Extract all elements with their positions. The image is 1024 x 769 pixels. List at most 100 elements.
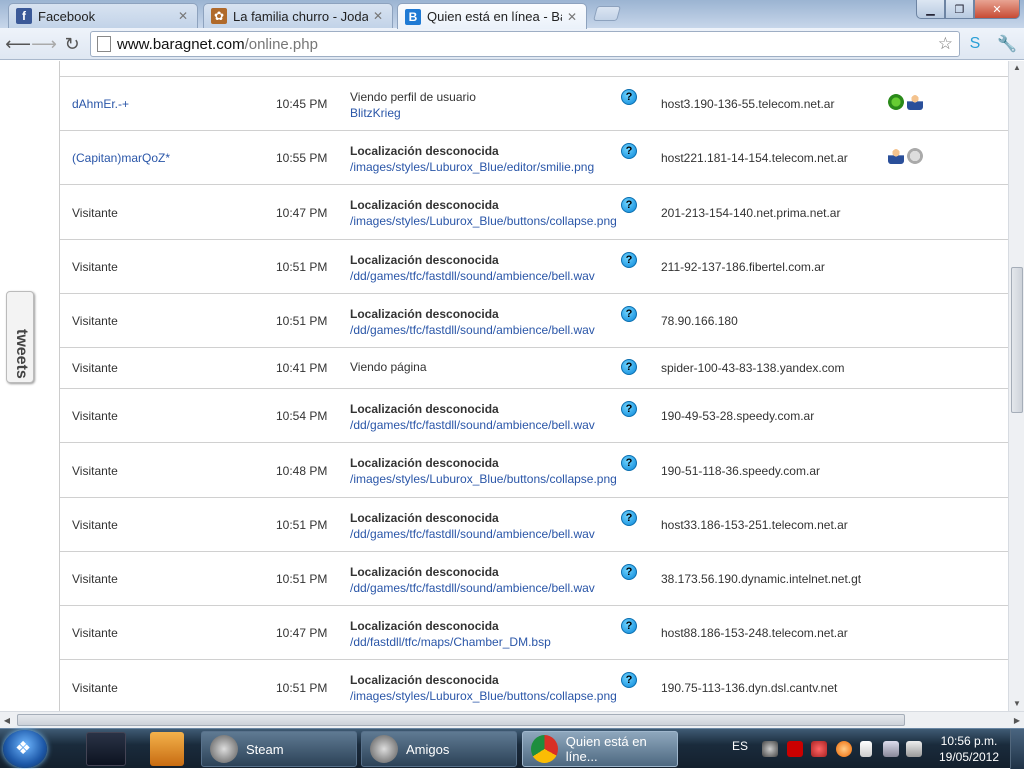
vertical-scroll-thumb[interactable] <box>1011 267 1023 413</box>
avast-icon[interactable] <box>836 741 852 757</box>
location-link[interactable]: /dd/games/tfc/fastdll/sound/ambience/bel… <box>350 581 595 595</box>
location-link[interactable]: /images/styles/Luburox_Blue/buttons/coll… <box>350 472 617 486</box>
vertical-scrollbar[interactable]: ▲ ▼ <box>1008 61 1024 711</box>
close-icon[interactable]: ✕ <box>566 10 578 24</box>
tab-title: Facebook <box>38 8 96 24</box>
tab-facebook[interactable]: f Facebook ✕ <box>8 3 198 28</box>
time: 10:55 PM <box>276 151 328 165</box>
bookmark-star-icon[interactable]: ☆ <box>938 34 953 54</box>
location-link[interactable]: /dd/games/tfc/fastdll/sound/ambience/bel… <box>350 323 595 337</box>
tab-quien-esta-en-linea[interactable]: B Quien está en línea - Baragn ✕ <box>397 3 587 29</box>
skype-icon[interactable]: S <box>964 33 986 55</box>
adobe-icon[interactable] <box>787 741 803 757</box>
location-title: Localización desconocida <box>350 198 499 212</box>
horizontal-scrollbar[interactable]: ◀ ▶ <box>0 711 1024 728</box>
pinned-game-icon[interactable] <box>86 732 126 766</box>
wrench-icon[interactable]: 🔧 <box>996 33 1018 55</box>
back-button[interactable]: ⟵ <box>5 32 31 56</box>
baragnet-icon: B <box>405 8 421 25</box>
url-host: www.baragnet.com <box>117 35 245 53</box>
taskbar-item-steam[interactable]: Steam <box>201 731 357 767</box>
location-title: Localización desconocida <box>350 402 499 416</box>
taskbar-item-amigos[interactable]: Amigos <box>361 731 517 767</box>
taskbar-item-chrome[interactable]: Quien está en líne... <box>522 731 678 767</box>
show-desktop-button[interactable] <box>1010 729 1024 769</box>
host: 201-213-154-140.net.prima.net.ar <box>661 206 841 220</box>
scroll-left-icon[interactable]: ◀ <box>0 712 14 729</box>
location-link[interactable]: /dd/games/tfc/fastdll/sound/ambience/bel… <box>350 418 595 432</box>
scroll-up-icon[interactable]: ▲ <box>1009 61 1024 75</box>
location-link[interactable]: /images/styles/Luburox_Blue/editor/smili… <box>350 160 594 174</box>
tray-app-icon[interactable] <box>811 741 827 757</box>
time: 10:51 PM <box>276 314 328 328</box>
host: 190-51-118-36.speedy.com.ar <box>661 464 820 478</box>
language-indicator[interactable]: ES <box>732 739 748 753</box>
user-link[interactable]: (Capitan)marQoZ* <box>72 151 170 165</box>
help-icon[interactable]: ? <box>621 618 637 634</box>
scroll-down-icon[interactable]: ▼ <box>1009 697 1024 711</box>
chrome-icon <box>531 735 558 763</box>
reload-button[interactable]: ↻ <box>60 32 84 56</box>
volume-icon[interactable] <box>906 741 922 757</box>
page-icon <box>97 36 111 52</box>
location-title: Localización desconocida <box>350 144 499 158</box>
help-icon[interactable]: ? <box>621 89 637 105</box>
new-tab-button[interactable] <box>592 6 622 21</box>
help-icon[interactable]: ? <box>621 672 637 688</box>
scroll-right-icon[interactable]: ▶ <box>1010 712 1024 729</box>
help-icon[interactable]: ? <box>621 306 637 322</box>
time: 10:51 PM <box>276 518 328 532</box>
location-link[interactable]: /images/styles/Luburox_Blue/buttons/coll… <box>350 689 617 703</box>
user-link[interactable]: dAhmEr.-+ <box>72 97 129 111</box>
clock-date: 19/05/2012 <box>938 750 1000 764</box>
close-icon[interactable]: ✕ <box>372 9 384 23</box>
help-icon[interactable]: ? <box>621 455 637 471</box>
close-window-button[interactable]: ✕ <box>974 0 1020 19</box>
location-link[interactable]: BlitzKrieg <box>350 106 476 120</box>
host: 190.75-113-136.dyn.dsl.cantv.net <box>661 681 838 695</box>
clover-icon <box>888 94 904 110</box>
close-icon[interactable]: ✕ <box>177 9 189 23</box>
forward-button[interactable]: ⟶ <box>31 32 57 56</box>
user-name: Visitante <box>72 518 118 532</box>
location-link[interactable]: /dd/games/tfc/fastdll/sound/ambience/bel… <box>350 269 595 283</box>
host: spider-100-43-83-138.yandex.com <box>661 361 845 375</box>
host: host3.190-136-55.telecom.net.ar <box>661 97 835 111</box>
help-icon[interactable]: ? <box>621 143 637 159</box>
facebook-icon: f <box>16 8 32 24</box>
tab-title: Quien está en línea - Baragn <box>427 9 562 24</box>
location-title: Localización desconocida <box>350 511 499 525</box>
help-icon[interactable]: ? <box>621 197 637 213</box>
media-player-icon[interactable] <box>150 732 184 766</box>
time: 10:51 PM <box>276 681 328 695</box>
help-icon[interactable]: ? <box>621 401 637 417</box>
help-icon[interactable]: ? <box>621 564 637 580</box>
user-name: Visitante <box>72 464 118 478</box>
help-icon[interactable]: ? <box>621 359 637 375</box>
help-icon[interactable]: ? <box>621 510 637 526</box>
maximize-button[interactable]: ❐ <box>945 0 974 19</box>
location-title: Localización desconocida <box>350 565 499 579</box>
user-name: Visitante <box>72 314 118 328</box>
action-center-flag-icon[interactable] <box>860 741 872 757</box>
start-button[interactable]: ❖ <box>3 730 47 768</box>
user-icon[interactable] <box>907 94 923 110</box>
location-title: Localización desconocida <box>350 673 499 687</box>
table-row: Visitante 10:48 PM Localización desconoc… <box>60 443 1008 498</box>
time: 10:47 PM <box>276 206 328 220</box>
location-link[interactable]: /images/styles/Luburox_Blue/buttons/coll… <box>350 214 617 228</box>
location-link[interactable]: /dd/games/tfc/fastdll/sound/ambience/bel… <box>350 527 595 541</box>
horizontal-scroll-thumb[interactable] <box>17 714 905 726</box>
minimize-button[interactable]: ▁ <box>916 0 945 19</box>
system-clock[interactable]: 10:56 p.m. 19/05/2012 <box>930 733 1008 765</box>
user-icon[interactable] <box>888 148 904 164</box>
location-link[interactable]: /dd/fastdll/tfc/maps/Chamber_DM.bsp <box>350 635 551 649</box>
tweets-tab[interactable]: tweets <box>6 291 34 383</box>
address-bar[interactable]: www.baragnet.com/online.php ☆ <box>90 31 960 57</box>
table-row: Visitante 10:51 PM Localización desconoc… <box>60 498 1008 552</box>
tab-la-familia-churro[interactable]: ✿ La familia churro - Jodas tel ✕ <box>203 3 393 28</box>
steam-tray-icon[interactable] <box>762 741 778 757</box>
help-icon[interactable]: ? <box>621 252 637 268</box>
network-icon[interactable] <box>883 741 899 757</box>
table-row: Visitante 10:54 PM Localización desconoc… <box>60 389 1008 443</box>
